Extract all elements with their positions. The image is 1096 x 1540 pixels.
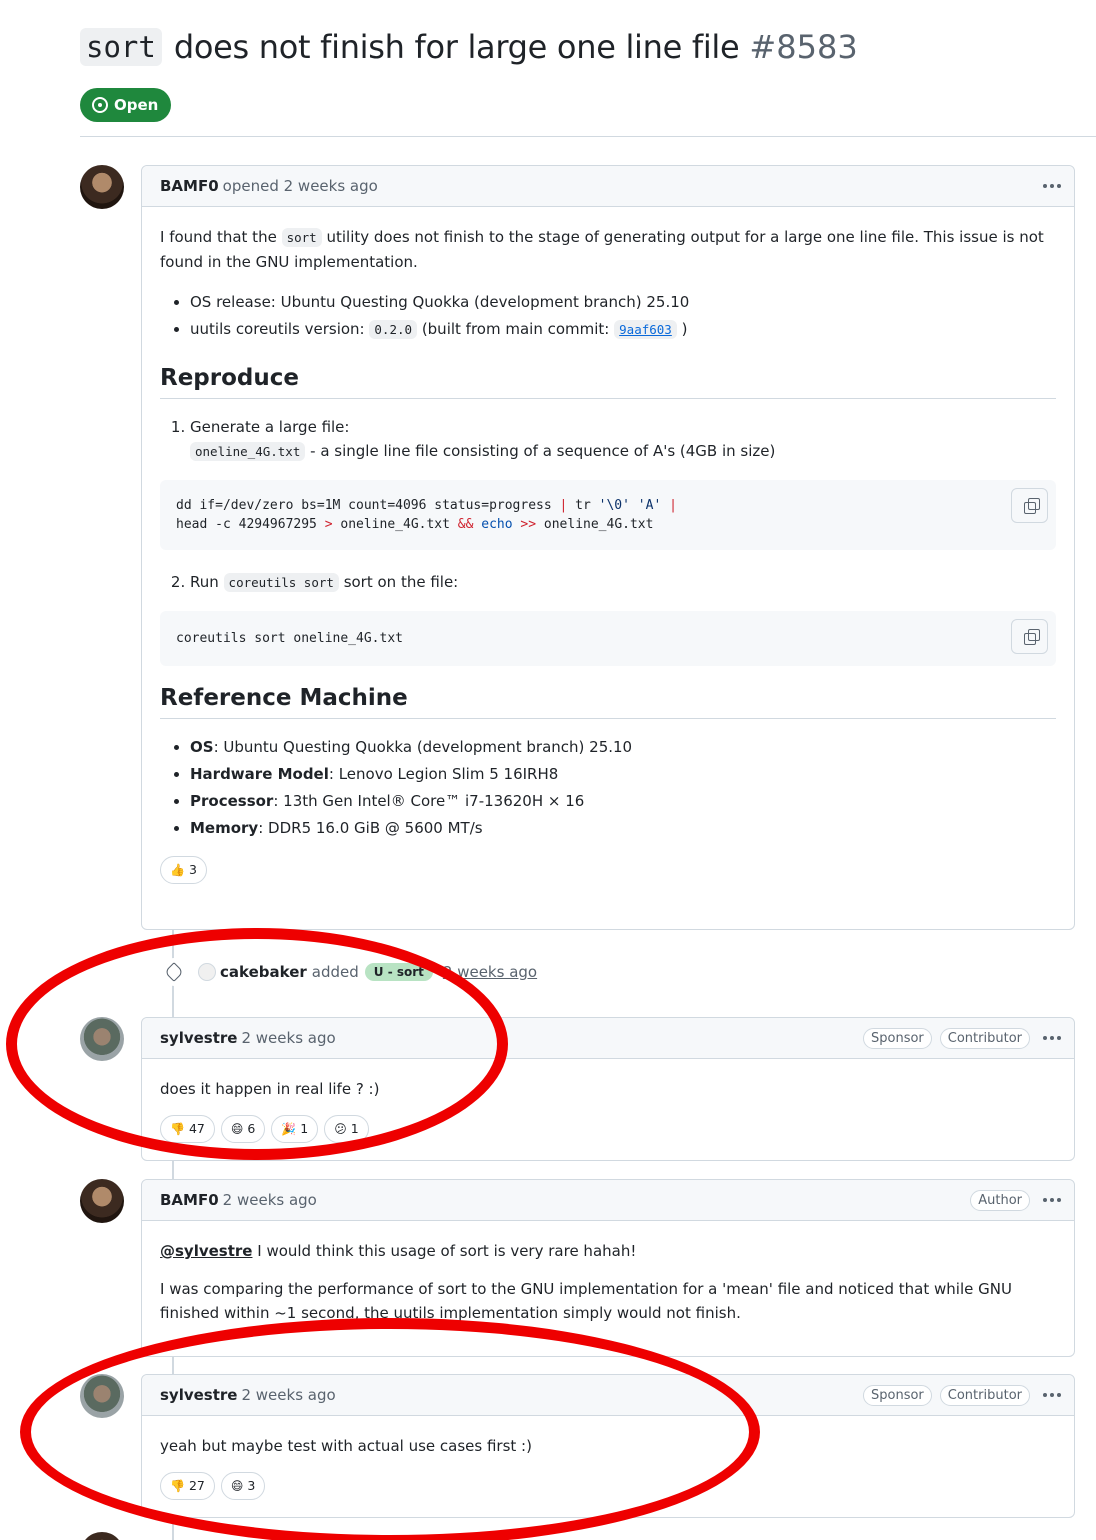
heading-reference-machine: Reference Machine	[160, 686, 1056, 719]
comment-header: sylvestre 2 weeks ago Sponsor Contributo…	[142, 1018, 1074, 1059]
issue-title-code: sort	[80, 28, 162, 66]
comment-text: I was comparing the performance of sort …	[160, 1280, 1012, 1322]
user-mention[interactable]: @sylvestre	[160, 1242, 252, 1260]
inline-code: oneline_4G.txt	[190, 442, 306, 461]
steps-list: Run coreutils sort sort on the file:	[190, 570, 1056, 595]
reaction-laugh[interactable]: 😄 6	[220, 1115, 266, 1143]
sponsor-badge: Sponsor	[863, 1384, 932, 1406]
reactions: 👎 47 😄 6 🎉 1 😕 1	[160, 1115, 1056, 1143]
list-item: OS: Ubuntu Questing Quokka (development …	[190, 735, 1056, 759]
reactions: 👎 27 😄 3	[160, 1472, 1056, 1500]
reaction-hooray[interactable]: 🎉 1	[271, 1115, 319, 1143]
version-code: 0.2.0	[369, 320, 418, 339]
comment-text: @sylvestre I would think this usage of s…	[160, 1239, 1056, 1263]
code-block: coreutils sort oneline_4G.txt	[160, 611, 1056, 666]
kebab-menu-icon[interactable]	[1040, 176, 1064, 196]
avatar[interactable]	[80, 1017, 124, 1061]
intro-text-before: I found that the	[160, 228, 277, 246]
issue-title: sort does not finish for large one line …	[80, 28, 858, 66]
event-time[interactable]: 2 weeks ago	[443, 963, 537, 981]
comment-timestamp[interactable]: 2 weeks ago	[241, 1029, 335, 1047]
reaction-thumbs-down[interactable]: 👎 47	[160, 1115, 215, 1143]
list-item-text: uutils coreutils version:	[190, 320, 365, 338]
label-pill[interactable]: U - sort	[364, 963, 433, 981]
comment-timestamp[interactable]: opened 2 weeks ago	[223, 177, 378, 195]
steps-list: Generate a large file: oneline_4G.txt - …	[190, 415, 1056, 464]
reaction-thumbs-down[interactable]: 👎 27	[160, 1472, 215, 1500]
issue-state-label: Open	[114, 96, 159, 114]
step-desc: - a single line file consisting of a seq…	[310, 442, 776, 460]
comment: sylvestre 2 weeks ago Sponsor Contributo…	[141, 1374, 1075, 1518]
list-item: Hardware Model: Lenovo Legion Slim 5 16I…	[190, 762, 1056, 786]
comment-body: does it happen in real life ? :) 👎 47 😄 6 …	[142, 1059, 1074, 1161]
avatar[interactable]	[80, 165, 124, 209]
comment-author[interactable]: BAMF0	[160, 177, 219, 195]
issue-state-badge: Open	[80, 88, 172, 122]
comment-author[interactable]: sylvestre	[160, 1029, 237, 1047]
comment-body: @sylvestre I would think this usage of s…	[142, 1221, 1074, 1359]
code-block: dd if=/dev/zero bs=1M count=4096 status=…	[160, 480, 1056, 550]
contributor-badge: Contributor	[939, 1027, 1030, 1049]
kebab-menu-icon[interactable]	[1040, 1028, 1064, 1048]
heading-reproduce: Reproduce	[160, 366, 1056, 399]
header-divider	[80, 136, 1096, 137]
step-text: sort on the file:	[343, 573, 459, 591]
list-item: Processor: 13th Gen Intel® Core™ i7-1362…	[190, 789, 1056, 813]
avatar[interactable]	[198, 963, 216, 981]
avatar[interactable]	[80, 1532, 124, 1540]
avatar[interactable]	[80, 1374, 124, 1418]
comment-text: does it happen in real life ? :)	[160, 1080, 380, 1098]
reaction-confused[interactable]: 😕 1	[324, 1115, 369, 1143]
copy-icon[interactable]	[1011, 619, 1048, 654]
contributor-badge: Contributor	[939, 1384, 1030, 1406]
step-title: Generate a large file:	[190, 418, 350, 436]
tag-icon	[160, 958, 188, 986]
comment-author[interactable]: BAMF0	[160, 1191, 219, 1209]
inline-code: coreutils sort	[223, 573, 339, 592]
comment-author[interactable]: sylvestre	[160, 1386, 237, 1404]
reaction-thumbs-up[interactable]: 👍 3	[160, 856, 207, 884]
step-item: Generate a large file: oneline_4G.txt - …	[190, 415, 1056, 464]
kebab-menu-icon[interactable]	[1040, 1385, 1064, 1405]
intro-paragraph: I found that the sort utility does not f…	[160, 225, 1056, 274]
list-item: Memory: DDR5 16.0 GiB @ 5600 MT/s	[190, 816, 1056, 840]
avatar[interactable]	[80, 1179, 124, 1223]
list-item: uutils coreutils version: 0.2.0 (built f…	[190, 317, 1056, 342]
reaction-laugh[interactable]: 😄 3	[220, 1472, 266, 1500]
comment-header: sylvestre 2 weeks ago Sponsor Contributo…	[142, 1375, 1074, 1416]
label-event: cakebaker added U - sort 2 weeks ago	[160, 958, 537, 986]
reactions: 👍 3	[160, 856, 1056, 884]
step-item: Run coreutils sort sort on the file:	[190, 570, 1056, 595]
comment-header: BAMF0 opened 2 weeks ago	[142, 166, 1074, 207]
event-action: added	[311, 963, 359, 981]
comment-header: BAMF0 2 weeks ago Author	[142, 1180, 1074, 1221]
comment-timestamp[interactable]: 2 weeks ago	[241, 1386, 335, 1404]
author-badge: Author	[970, 1189, 1030, 1211]
kebab-menu-icon[interactable]	[1040, 1190, 1064, 1210]
comment-body: yeah but maybe test with actual use case…	[142, 1416, 1074, 1518]
inline-code: sort	[281, 228, 322, 247]
issue-number: #8583	[749, 28, 858, 66]
list-item-text: )	[681, 320, 688, 338]
version-list: OS release: Ubuntu Questing Quokka (deve…	[190, 290, 1056, 342]
commit-link[interactable]: 9aaf603	[614, 320, 677, 339]
comment-text: yeah but maybe test with actual use case…	[160, 1437, 532, 1455]
open-issue-icon	[92, 97, 108, 113]
spec-list: OS: Ubuntu Questing Quokka (development …	[190, 735, 1056, 840]
event-actor[interactable]: cakebaker	[220, 963, 307, 981]
comment-body: I found that the sort utility does not f…	[142, 207, 1074, 902]
copy-icon[interactable]	[1011, 488, 1048, 523]
issue-title-text: does not finish for large one line file	[173, 28, 740, 66]
comment: sylvestre 2 weeks ago Sponsor Contributo…	[141, 1017, 1075, 1161]
comment-text-part: I would think this usage of sort is very…	[257, 1242, 637, 1260]
comment: BAMF0 2 weeks ago Author @sylvestre I wo…	[141, 1179, 1075, 1357]
list-item: OS release: Ubuntu Questing Quokka (deve…	[190, 290, 1056, 314]
sponsor-badge: Sponsor	[863, 1027, 932, 1049]
comment-timestamp[interactable]: 2 weeks ago	[223, 1191, 317, 1209]
step-text: Run	[190, 573, 219, 591]
list-item-text: (built from main commit:	[421, 320, 610, 338]
issue-body-comment: BAMF0 opened 2 weeks ago I found that th…	[141, 165, 1075, 930]
